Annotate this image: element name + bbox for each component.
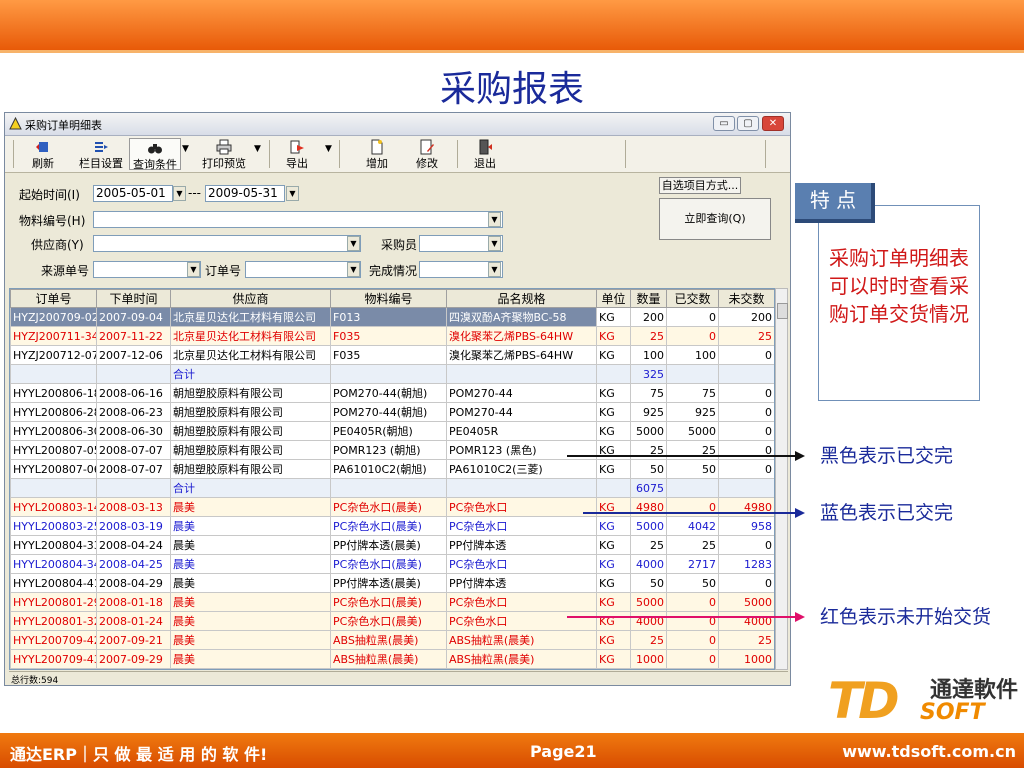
- blue-arrow-head: [795, 508, 805, 518]
- annotation-arrows: [567, 451, 805, 622]
- footer-slogan: 通达ERP｜只 做 最 适 用 的 软 件!: [10, 745, 268, 764]
- footer-url: www.tdsoft.com.cn: [842, 742, 1016, 761]
- footer-page-number: Page21: [530, 742, 597, 761]
- company-logo-mark: TD: [828, 672, 900, 730]
- note-black: 黑色表示已交完: [820, 445, 954, 467]
- red-arrow-head: [795, 612, 805, 622]
- note-red: 红色表示未开始交货: [820, 606, 992, 628]
- slide-footer: 通达ERP｜只 做 最 适 用 的 软 件! Page21 www.tdsoft…: [0, 733, 1024, 768]
- note-blue: 蓝色表示已交完: [820, 502, 954, 524]
- company-logo-soft: SOFT: [920, 700, 985, 725]
- black-arrow-head: [795, 451, 805, 461]
